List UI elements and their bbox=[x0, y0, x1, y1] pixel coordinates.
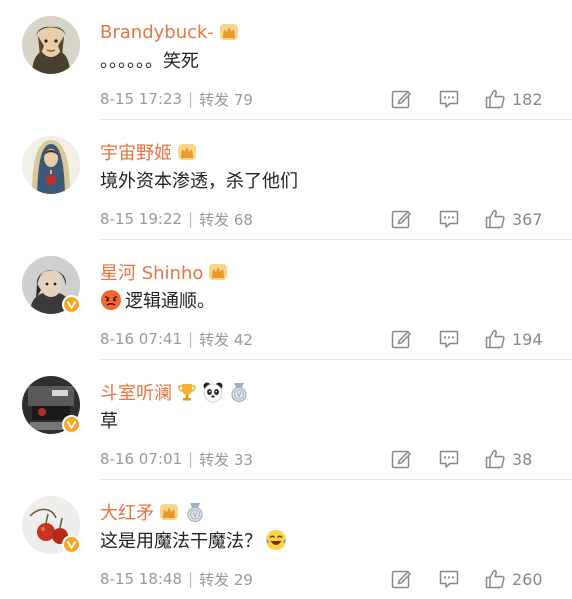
like-button[interactable]: 367 bbox=[484, 208, 548, 230]
repost-count: 转发 68 bbox=[199, 210, 253, 229]
comment-text: 这是用魔法干魔法？ bbox=[100, 531, 262, 552]
comment-meta: 8-15 17:23 | 转发 79 bbox=[100, 88, 253, 110]
edit-icon[interactable] bbox=[390, 328, 412, 350]
panda-badge-icon bbox=[202, 381, 224, 403]
username[interactable]: Brandybuck- bbox=[100, 22, 214, 43]
like-button[interactable]: 182 bbox=[484, 88, 548, 110]
comment-meta: 8-15 18:48 | 转发 29 bbox=[100, 568, 253, 590]
comment-text: 逻辑通顺。 bbox=[125, 291, 215, 312]
meta-divider: | bbox=[188, 450, 194, 468]
username-row: 大红矛 V bbox=[100, 499, 206, 525]
avatar[interactable] bbox=[22, 136, 80, 194]
comment-meta: 8-16 07:41 | 转发 42 bbox=[100, 328, 253, 350]
username[interactable]: 星河 Shinho bbox=[100, 259, 203, 285]
comment-text: 。。。。。。笑死 bbox=[100, 51, 199, 72]
username[interactable]: 斗室听澜 bbox=[100, 379, 172, 405]
verified-v-icon bbox=[62, 415, 81, 434]
comment-date: 8-15 18:48 bbox=[100, 570, 183, 588]
comment-item: 宇宙野姬 境外资本渗透，杀了他们 8-15 19:22 | 转发 68 367 bbox=[0, 120, 572, 240]
comment-actions: 367 bbox=[390, 206, 548, 232]
comment-feed: Brandybuck- 。。。。。。笑死 8-15 17:23 | 转发 79 bbox=[0, 0, 572, 599]
thumbs-up-icon bbox=[484, 448, 506, 470]
meta-divider: | bbox=[188, 570, 194, 588]
comment-item: 斗室听澜 V 草 8-16 07:01 | 转发 33 38 bbox=[0, 360, 572, 480]
username-row: 星河 Shinho bbox=[100, 259, 229, 285]
comment-item: 大红矛 V 这是用魔法干魔法？ 8-15 18:48 | 转发 29 260 bbox=[0, 480, 572, 599]
meta-divider: | bbox=[188, 90, 194, 108]
comment-icon[interactable] bbox=[438, 568, 460, 590]
edit-icon[interactable] bbox=[390, 568, 412, 590]
comment-text-row: 逻辑通顺。 bbox=[100, 286, 215, 314]
repost-count: 转发 29 bbox=[199, 570, 253, 589]
comment-actions: 182 bbox=[390, 86, 548, 112]
comment-icon[interactable] bbox=[438, 448, 460, 470]
comment-text-row: 。。。。。。笑死 bbox=[100, 46, 199, 74]
comment-date: 8-16 07:01 bbox=[100, 450, 183, 468]
comment-meta: 8-16 07:01 | 转发 33 bbox=[100, 448, 253, 470]
comment-actions: 260 bbox=[390, 566, 548, 592]
crown-badge-icon bbox=[218, 21, 240, 43]
like-button[interactable]: 38 bbox=[484, 448, 548, 470]
crown-badge-icon bbox=[207, 261, 229, 283]
comment-text: 草 bbox=[100, 411, 118, 432]
edit-icon[interactable] bbox=[390, 88, 412, 110]
laughing-tears-emoji-icon bbox=[265, 529, 287, 551]
comment-date: 8-15 17:23 bbox=[100, 90, 183, 108]
repost-count: 转发 42 bbox=[199, 330, 253, 349]
comment-text-row: 这是用魔法干魔法？ bbox=[100, 526, 287, 554]
crown-badge-icon bbox=[176, 141, 198, 163]
medal-badge-icon: V bbox=[184, 501, 206, 523]
comment-icon[interactable] bbox=[438, 328, 460, 350]
verified-v-icon bbox=[62, 295, 81, 314]
comment-icon[interactable] bbox=[438, 208, 460, 230]
comment-actions: 194 bbox=[390, 326, 548, 352]
meta-divider: | bbox=[188, 210, 194, 228]
like-button[interactable]: 260 bbox=[484, 568, 548, 590]
thumbs-up-icon bbox=[484, 568, 506, 590]
username[interactable]: 宇宙野姬 bbox=[100, 139, 172, 165]
thumbs-up-icon bbox=[484, 328, 506, 350]
comment-item: 星河 Shinho 逻辑通顺。 8-16 07:41 | 转发 42 194 bbox=[0, 240, 572, 360]
comment-date: 8-15 19:22 bbox=[100, 210, 183, 228]
username[interactable]: 大红矛 bbox=[100, 499, 154, 525]
username-row: Brandybuck- bbox=[100, 19, 240, 45]
verified-v-icon bbox=[62, 535, 81, 554]
like-count: 260 bbox=[512, 569, 543, 589]
like-count: 38 bbox=[512, 449, 533, 469]
comment-item: Brandybuck- 。。。。。。笑死 8-15 17:23 | 转发 79 bbox=[0, 0, 572, 120]
like-button[interactable]: 194 bbox=[484, 328, 548, 350]
thumbs-up-icon bbox=[484, 88, 506, 110]
avatar[interactable] bbox=[22, 16, 80, 74]
comment-text-row: 草 bbox=[100, 406, 118, 434]
meta-divider: | bbox=[188, 330, 194, 348]
thumbs-up-icon bbox=[484, 208, 506, 230]
edit-icon[interactable] bbox=[390, 448, 412, 470]
trophy-badge-icon bbox=[176, 381, 198, 403]
comment-date: 8-16 07:41 bbox=[100, 330, 183, 348]
username-row: 宇宙野姬 bbox=[100, 139, 198, 165]
comment-text: 境外资本渗透，杀了他们 bbox=[100, 171, 298, 192]
angry-face-emoji-icon bbox=[100, 289, 122, 311]
medal-badge-icon: V bbox=[228, 381, 250, 403]
repost-count: 转发 33 bbox=[199, 450, 253, 469]
username-row: 斗室听澜 V bbox=[100, 379, 250, 405]
comment-icon[interactable] bbox=[438, 88, 460, 110]
edit-icon[interactable] bbox=[390, 208, 412, 230]
like-count: 367 bbox=[512, 209, 543, 229]
comment-actions: 38 bbox=[390, 446, 548, 472]
crown-badge-icon bbox=[158, 501, 180, 523]
repost-count: 转发 79 bbox=[199, 90, 253, 109]
like-count: 182 bbox=[512, 89, 543, 109]
like-count: 194 bbox=[512, 329, 543, 349]
comment-text-row: 境外资本渗透，杀了他们 bbox=[100, 166, 298, 194]
comment-meta: 8-15 19:22 | 转发 68 bbox=[100, 208, 253, 230]
